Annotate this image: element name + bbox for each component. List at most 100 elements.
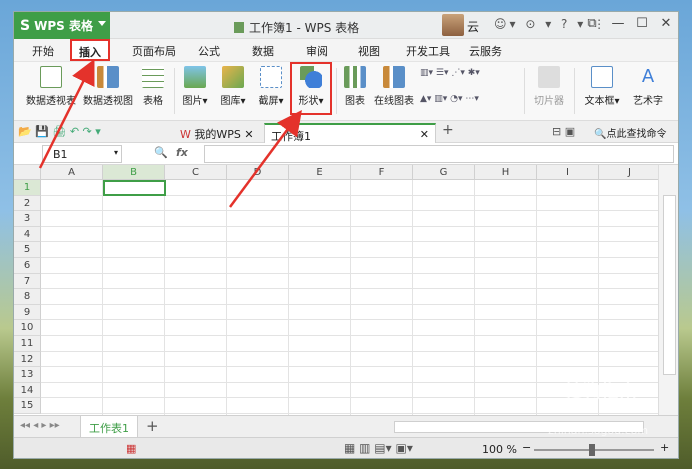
online-chart-icon xyxy=(383,66,405,88)
user-name[interactable]: 云 xyxy=(467,18,479,35)
menu-cloud[interactable]: 云服务 xyxy=(469,43,502,59)
column-header-j[interactable]: J xyxy=(599,165,661,180)
formula-bar: B1 ▾ 🔍 fx xyxy=(14,143,678,165)
separator xyxy=(336,68,337,114)
fx-icon[interactable]: fx xyxy=(176,146,188,159)
pivot-table-button[interactable]: 数据透视表 xyxy=(22,66,80,107)
zoom-knob[interactable] xyxy=(589,444,595,456)
menu-insert[interactable]: 插入 xyxy=(70,39,110,61)
row-header-6[interactable]: 6 xyxy=(14,258,41,274)
gallery-icon xyxy=(222,66,244,88)
pivot-chart-button[interactable]: 数据透视图 xyxy=(80,66,136,107)
sheet-tab[interactable]: 工作表1 xyxy=(80,416,138,438)
close-icon[interactable]: ✕ xyxy=(656,16,676,31)
row-header-15[interactable]: 15 xyxy=(14,398,41,414)
command-search[interactable]: 🔍点此查找命令 xyxy=(594,125,666,140)
column-header-i[interactable]: I xyxy=(537,165,599,180)
row-header-3[interactable]: 3 xyxy=(14,211,41,227)
gallery-button[interactable]: 图库▾ xyxy=(216,66,250,107)
row-header-12[interactable]: 12 xyxy=(14,351,41,368)
avatar[interactable] xyxy=(442,14,464,36)
zoom-icon[interactable]: 🔍 xyxy=(154,146,168,159)
status-bar: ▦ ▦ ▥ ▤▾ ▣▾ 100 % − + xyxy=(14,437,678,458)
status-icon: ▦ xyxy=(126,442,137,455)
minimize-icon[interactable]: — xyxy=(608,16,628,31)
name-box[interactable]: B1 xyxy=(42,145,122,163)
column-header-d[interactable]: D xyxy=(227,165,289,180)
chevron-down-icon[interactable]: ▾ xyxy=(114,148,118,157)
online-chart-button[interactable]: 在线图表 xyxy=(372,66,416,107)
menu-view[interactable]: 视图 xyxy=(358,43,380,59)
column-header-b[interactable]: B xyxy=(103,165,165,180)
select-all-corner[interactable] xyxy=(14,165,41,180)
menu-data[interactable]: 数据 xyxy=(252,43,274,59)
workbook-icon xyxy=(234,22,244,33)
scissors-icon xyxy=(260,66,282,88)
table-button[interactable]: 表格 xyxy=(138,66,168,107)
tab-tools-icons[interactable]: ⊟ ▣ xyxy=(552,125,575,138)
row-header-2[interactable]: 2 xyxy=(14,195,41,212)
row-header-11[interactable]: 11 xyxy=(14,336,41,352)
tab-workbook[interactable]: 工作簿1 ✕ xyxy=(264,123,436,143)
row-header-4[interactable]: 4 xyxy=(14,226,41,243)
art-text-button[interactable]: A 艺术字 xyxy=(628,66,668,107)
grid-line xyxy=(41,366,658,368)
row-header-8[interactable]: 8 xyxy=(14,289,41,305)
view-mode-icons[interactable]: ▦ ▥ ▤▾ ▣▾ xyxy=(344,441,413,455)
close-icon[interactable]: ✕ xyxy=(420,128,429,141)
column-header-e[interactable]: E xyxy=(289,165,351,180)
column-header-a[interactable]: A xyxy=(41,165,103,180)
chart-button[interactable]: 图表 xyxy=(340,66,370,107)
row-header-5[interactable]: 5 xyxy=(14,242,41,258)
row-header-1[interactable]: 1 xyxy=(14,180,41,196)
grid-line xyxy=(41,257,658,258)
textbox-icon xyxy=(591,66,613,88)
quick-access-icons[interactable]: 📂 💾 🖨 ↶ ↷ ▾ xyxy=(18,125,101,138)
maximize-icon[interactable]: ☐ xyxy=(632,16,652,31)
zoom-in-icon[interactable]: + xyxy=(660,441,669,454)
textbox-button[interactable]: 文本框▾ xyxy=(580,66,624,107)
row-header-10[interactable]: 10 xyxy=(14,320,41,336)
tab-my-wps[interactable]: W 我的WPS ✕ xyxy=(174,123,260,143)
new-tab-icon[interactable]: + xyxy=(442,122,454,138)
grid-line xyxy=(41,303,658,305)
column-header-h[interactable]: H xyxy=(475,165,537,180)
formula-input[interactable] xyxy=(204,145,674,163)
column-header-g[interactable]: G xyxy=(413,165,475,180)
app-menu-button[interactable]: S WPS 表格 xyxy=(14,12,110,39)
spreadsheet-grid[interactable]: ABCDEFGHIJ 1 2 3 4 5 6 7 8 9 10 11 12 13 14 15 xyxy=(14,165,661,415)
chart-icon xyxy=(344,66,366,88)
menu-review[interactable]: 审阅 xyxy=(306,43,328,59)
vertical-scrollbar[interactable] xyxy=(658,165,678,415)
menu-page-layout[interactable]: 页面布局 xyxy=(132,43,176,59)
zoom-out-icon[interactable]: − xyxy=(522,441,531,454)
window-title-text: 工作簿1 - WPS 表格 xyxy=(249,21,360,35)
chart-types-row-1[interactable]: ▥▾ ☰▾ ⋰▾ ✱▾ xyxy=(420,68,480,78)
sheet-nav-icons[interactable]: ◂◂ ◂ ▸ ▸▸ xyxy=(20,420,60,431)
chart-types-row-2[interactable]: ▲▾ ▥▾ ◔▾ ⋯▾ xyxy=(420,94,479,104)
grid-line xyxy=(41,288,658,290)
selected-cell-b1[interactable] xyxy=(103,180,166,196)
menu-developer[interactable]: 开发工具 xyxy=(406,43,450,59)
row-header-13[interactable]: 13 xyxy=(14,367,41,383)
screenshot-button[interactable]: 截屏▾ xyxy=(254,66,288,107)
column-header-f[interactable]: F xyxy=(351,165,413,180)
app-name: WPS 表格 xyxy=(34,19,93,33)
row-header-7[interactable]: 7 xyxy=(14,273,41,290)
picture-icon xyxy=(184,66,206,88)
menu-formula[interactable]: 公式 xyxy=(198,43,220,59)
grid-line xyxy=(41,413,658,414)
row-header-9[interactable]: 9 xyxy=(14,304,41,321)
grid-line xyxy=(350,180,351,415)
add-sheet-button[interactable]: + xyxy=(146,417,159,435)
column-header-c[interactable]: C xyxy=(165,165,227,180)
row-header-14[interactable]: 14 xyxy=(14,382,41,399)
picture-button[interactable]: 图片▾ xyxy=(178,66,212,107)
menu-start[interactable]: 开始 xyxy=(32,43,54,59)
restore-icon[interactable]: ⧉ xyxy=(582,16,602,31)
scroll-thumb[interactable] xyxy=(663,195,676,375)
close-icon[interactable]: ✕ xyxy=(244,128,253,141)
table-icon xyxy=(142,66,164,88)
grid-line xyxy=(41,319,658,321)
window-title: 工作簿1 - WPS 表格 xyxy=(234,19,359,36)
